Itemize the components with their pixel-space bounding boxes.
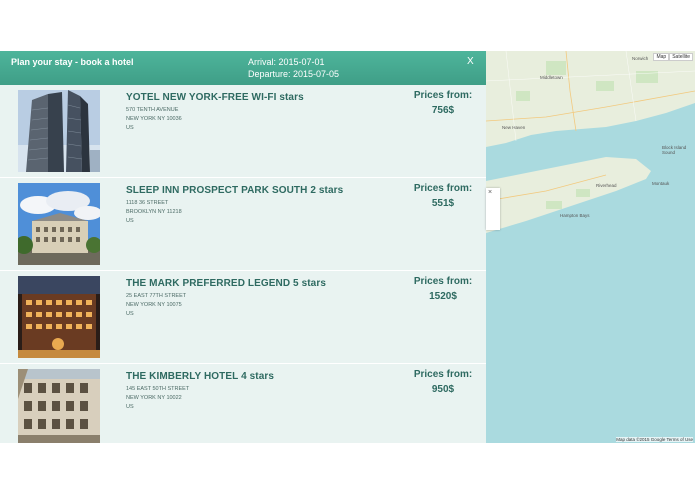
stay-dates: Arrival: 2015-07-01 Departure: 2015-07-0… — [248, 56, 339, 80]
price-value: 756$ — [431, 105, 455, 116]
panel-title: Plan your stay - book a hotel — [11, 57, 134, 67]
panel-header: Plan your stay - book a hotel Arrival: 2… — [0, 51, 486, 85]
price-label: Prices from: — [413, 276, 473, 287]
price-value: 950$ — [431, 384, 455, 395]
map-attribution[interactable]: Map data ©2015 Google Terms of Use — [616, 437, 693, 442]
map-label: New Haven — [502, 125, 526, 130]
address-street: 145 EAST 50TH STREET — [126, 386, 190, 392]
arrival-date: Arrival: 2015-07-01 — [248, 57, 325, 67]
hotel-address: 145 EAST 50TH STREET NEW YORK NY 10022 U… — [126, 385, 189, 412]
address-city: NEW YORK NY 10036 — [126, 116, 182, 122]
address-country: US — [126, 311, 134, 317]
map-view[interactable]: Middletown Norwich New Haven Block Islan… — [486, 51, 695, 443]
map-type-controls: Map Satellite — [653, 53, 693, 61]
hotel-item[interactable]: THE MARK PREFERRED LEGEND 5 stars 25 EAS… — [0, 271, 486, 364]
address-country: US — [126, 404, 134, 410]
hotel-photo[interactable] — [18, 276, 100, 358]
map-label: Montauk — [652, 181, 670, 186]
price-label: Prices from: — [413, 369, 473, 380]
map-label: Block Island Sound — [662, 145, 687, 155]
hotel-list: YOTEL NEW YORK-FREE WI-FI stars 570 TENT… — [0, 85, 486, 443]
hotel-name[interactable]: THE MARK PREFERRED LEGEND 5 stars — [126, 278, 326, 289]
hotel-item[interactable]: YOTEL NEW YORK-FREE WI-FI stars 570 TENT… — [0, 85, 486, 178]
hotel-address: 25 EAST 77TH STREET NEW YORK NY 10075 US — [126, 292, 186, 319]
address-city: BROOKLYN NY 11218 — [126, 209, 182, 215]
map-canvas[interactable] — [486, 51, 695, 443]
hotel-photo[interactable] — [18, 369, 100, 443]
price-value: 551$ — [431, 198, 455, 209]
hotel-photo[interactable] — [18, 90, 100, 172]
hotel-photo[interactable] — [18, 183, 100, 265]
info-window-close-icon[interactable]: × — [488, 189, 492, 196]
map-label: Hampton Bays — [560, 213, 590, 218]
map-label: Riverhead — [596, 183, 617, 188]
address-country: US — [126, 218, 134, 224]
address-city: NEW YORK NY 10075 — [126, 302, 182, 308]
hotel-name[interactable]: SLEEP INN PROSPECT PARK SOUTH 2 stars — [126, 185, 343, 196]
price-label: Prices from: — [413, 183, 473, 194]
hotel-name[interactable]: THE KIMBERLY HOTEL 4 stars — [126, 371, 274, 382]
map-type-button[interactable]: Map — [653, 53, 670, 61]
map-label: Norwich — [632, 56, 649, 61]
hotel-address: 1118 36 STREET BROOKLYN NY 11218 US — [126, 199, 182, 226]
hotel-panel: Plan your stay - book a hotel Arrival: 2… — [0, 51, 486, 443]
address-street: 570 TENTH AVENUE — [126, 107, 179, 113]
close-button[interactable]: X — [467, 56, 474, 67]
price-label: Prices from: — [413, 90, 473, 101]
departure-date: Departure: 2015-07-05 — [248, 69, 340, 79]
address-city: NEW YORK NY 10022 — [126, 395, 182, 401]
hotel-item[interactable]: THE KIMBERLY HOTEL 4 stars 145 EAST 50TH… — [0, 364, 486, 443]
hotel-address: 570 TENTH AVENUE NEW YORK NY 10036 US — [126, 106, 182, 133]
address-street: 25 EAST 77TH STREET — [126, 293, 187, 299]
hotel-item[interactable]: SLEEP INN PROSPECT PARK SOUTH 2 stars 11… — [0, 178, 486, 271]
hotel-name[interactable]: YOTEL NEW YORK-FREE WI-FI stars — [126, 92, 304, 103]
map-label: Middletown — [540, 75, 563, 80]
address-country: US — [126, 125, 134, 131]
map-info-window[interactable]: × — [486, 188, 500, 230]
address-street: 1118 36 STREET — [126, 200, 169, 206]
price-value: 1520$ — [429, 291, 457, 302]
satellite-type-button[interactable]: Satellite — [669, 53, 693, 61]
